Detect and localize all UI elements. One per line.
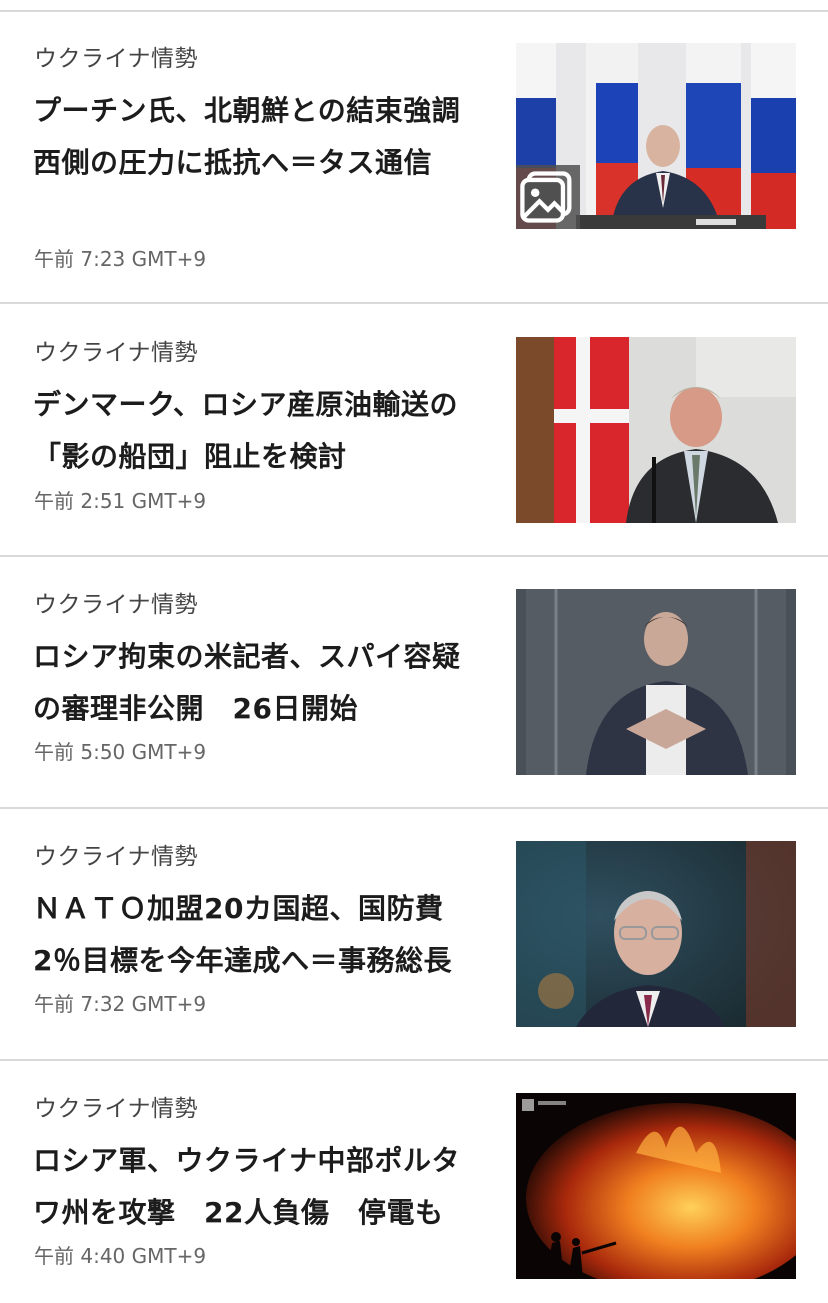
article-thumbnail[interactable]: [516, 589, 796, 775]
article-item[interactable]: ウクライナ情勢 ロシア拘束の米記者、スパイ容疑の審理非公開 26日開始 午前 5…: [0, 557, 828, 809]
nato-secretary-general-photo-icon: [516, 841, 796, 1027]
article-thumbnail[interactable]: [516, 43, 796, 229]
article-headline[interactable]: ＮＡＴＯ加盟20カ国超、国防費2％目標を今年達成へ＝事務総長: [33, 883, 485, 987]
article-timestamp: 午前 2:51 GMT+9: [34, 489, 207, 513]
article-headline[interactable]: ロシア拘束の米記者、スパイ容疑の審理非公開 26日開始: [33, 631, 485, 735]
gallery-icon: [520, 171, 572, 223]
article-thumbnail[interactable]: [516, 337, 796, 523]
article-headline[interactable]: デンマーク、ロシア産原油輸送の「影の船団」阻止を検討: [33, 379, 485, 483]
article-category[interactable]: ウクライナ情勢: [34, 338, 198, 368]
article-category[interactable]: ウクライナ情勢: [34, 1094, 198, 1124]
fire-attack-photo-icon: [516, 1093, 796, 1279]
article-item[interactable]: ウクライナ情勢 ＮＡＴＯ加盟20カ国超、国防費2％目標を今年達成へ＝事務総長 午…: [0, 809, 828, 1061]
article-item[interactable]: ウクライナ情勢 ロシア軍、ウクライナ中部ポルタワ州を攻撃 22人負傷 停電も 午…: [0, 1061, 828, 1303]
danish-minister-photo-icon: [516, 337, 796, 523]
article-category[interactable]: ウクライナ情勢: [34, 44, 198, 74]
article-timestamp: 午前 4:40 GMT+9: [34, 1244, 207, 1268]
article-thumbnail[interactable]: [516, 1093, 796, 1279]
article-category[interactable]: ウクライナ情勢: [34, 842, 198, 872]
gallery-badge: [516, 165, 580, 229]
article-timestamp: 午前 7:23 GMT+9: [34, 247, 207, 271]
article-timestamp: 午前 5:50 GMT+9: [34, 740, 207, 764]
article-category[interactable]: ウクライナ情勢: [34, 590, 198, 620]
article-item[interactable]: ウクライナ情勢 デンマーク、ロシア産原油輸送の「影の船団」阻止を検討 午前 2:…: [0, 304, 828, 557]
journalist-courtroom-photo-icon: [516, 589, 796, 775]
article-headline[interactable]: プーチン氏、北朝鮮との結束強調 西側の圧力に抵抗へ＝タス通信: [33, 85, 488, 189]
article-item[interactable]: ウクライナ情勢 プーチン氏、北朝鮮との結束強調 西側の圧力に抵抗へ＝タス通信 午…: [0, 12, 828, 304]
article-timestamp: 午前 7:32 GMT+9: [34, 992, 207, 1016]
article-thumbnail[interactable]: [516, 841, 796, 1027]
article-headline[interactable]: ロシア軍、ウクライナ中部ポルタワ州を攻撃 22人負傷 停電も: [33, 1135, 485, 1239]
